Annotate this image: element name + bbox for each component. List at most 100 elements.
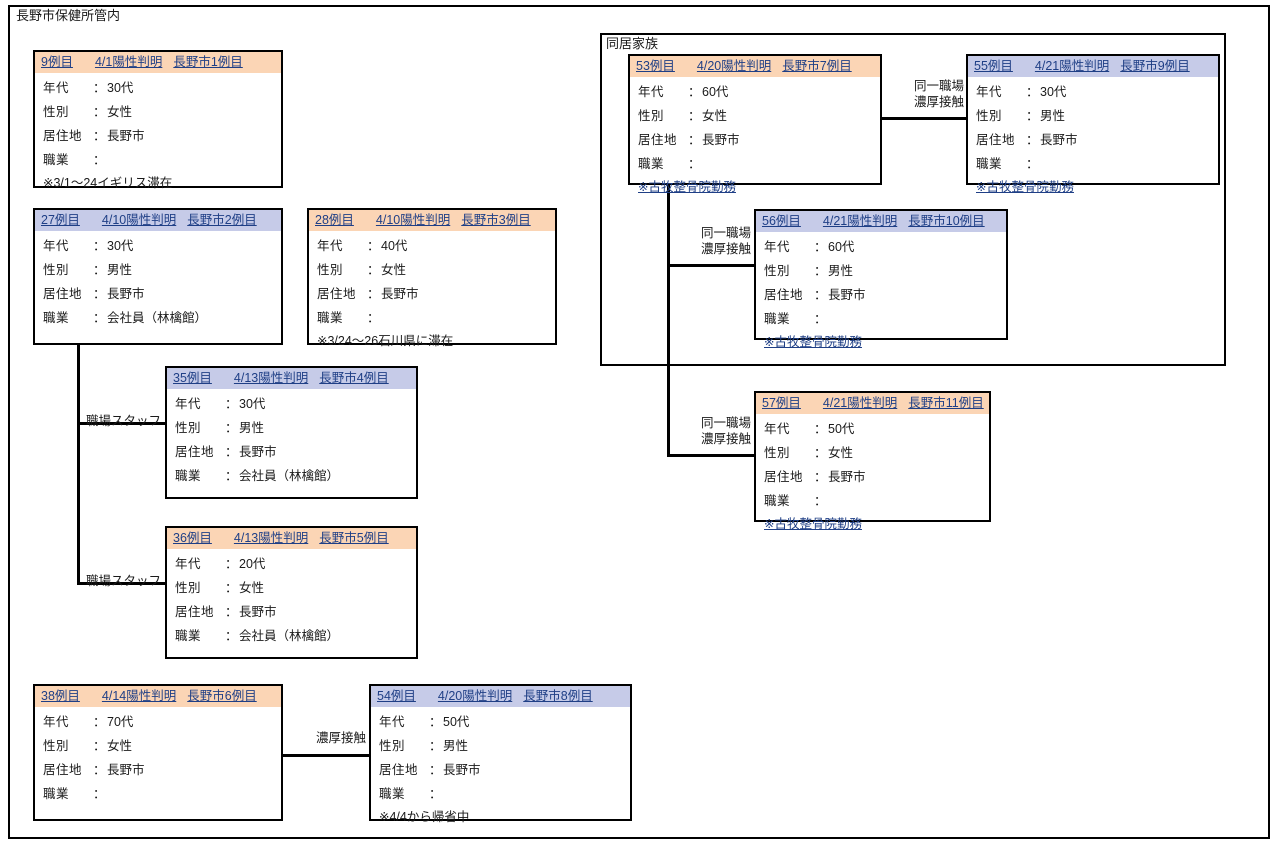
field-label-age: 年代 <box>317 235 367 254</box>
case-card-35[interactable]: 35例目 4/13陽性判明 長野市4例目 年代 ： 30代 性別 ： 男性 居住… <box>165 366 418 499</box>
case-card-55-city: 長野市9例目 <box>1120 56 1189 77</box>
field-colon: ： <box>814 418 828 437</box>
case-card-38-sex-field: 性別 ： 女性 <box>43 735 281 759</box>
field-colon: ： <box>1026 129 1040 148</box>
field-label-occupation: 職業 <box>638 153 688 172</box>
field-label-sex: 性別 <box>638 105 688 124</box>
field-label-residence: 居住地 <box>175 601 225 620</box>
case-card-35-sex-field: 性別 ： 男性 <box>175 417 416 441</box>
case-card-9[interactable]: 9例目 4/1陽性判明 長野市1例目 年代 ： 30代 性別 ： 女性 居住地 … <box>33 50 283 188</box>
case-card-28-sex-field: 性別 ： 女性 <box>317 259 555 283</box>
case-card-53-header: 53例目 4/20陽性判明 長野市7例目 <box>630 56 880 77</box>
field-label-age: 年代 <box>764 418 814 437</box>
field-colon: ： <box>225 625 239 644</box>
case-card-38[interactable]: 38例目 4/14陽性判明 長野市6例目 年代 ： 70代 性別 ： 女性 居住… <box>33 684 283 821</box>
case-card-53-age-field: 年代 ： 60代 <box>638 81 880 105</box>
case-card-27-number: 27例目 <box>41 210 80 231</box>
case-card-57-note[interactable]: ※古牧整骨院勤務 <box>764 514 989 536</box>
case-card-27[interactable]: 27例目 4/10陽性判明 長野市2例目 年代 ： 30代 性別 ： 男性 居住… <box>33 208 283 345</box>
field-colon: ： <box>93 735 107 754</box>
field-colon: ： <box>93 77 107 96</box>
field-colon: ： <box>688 105 702 124</box>
field-label-residence: 居住地 <box>317 283 367 302</box>
case-card-9-residence-field: 居住地 ： 長野市 <box>43 125 281 149</box>
case-card-35-residence-field: 居住地 ： 長野市 <box>175 441 416 465</box>
case-card-57-city: 長野市11例目 <box>908 393 983 414</box>
field-colon: ： <box>93 149 107 168</box>
field-colon: ： <box>814 308 828 327</box>
case-card-38-residence-field: 居住地 ： 長野市 <box>43 759 281 783</box>
case-card-28-note: ※3/24〜26石川県に滞在 <box>317 331 555 353</box>
case-card-35-city: 長野市4例目 <box>319 368 388 389</box>
case-card-36[interactable]: 36例目 4/13陽性判明 長野市5例目 年代 ： 20代 性別 ： 女性 居住… <box>165 526 418 659</box>
field-colon: ： <box>93 101 107 120</box>
connector-label-close-54-line1: 濃厚接触 <box>316 731 366 745</box>
case-card-55-note[interactable]: ※古牧整骨院勤務 <box>976 177 1218 199</box>
field-colon: ： <box>814 490 828 509</box>
field-colon: ： <box>814 284 828 303</box>
case-card-55-sex-value: 男性 <box>1040 105 1218 124</box>
connector-27-trunk <box>77 344 80 585</box>
case-card-53[interactable]: 53例目 4/20陽性判明 長野市7例目 年代 ： 60代 性別 ： 女性 居住… <box>628 54 882 185</box>
field-label-residence: 居住地 <box>175 441 225 460</box>
case-card-56[interactable]: 56例目 4/21陽性判明 長野市10例目 年代 ： 60代 性別 ： 男性 居… <box>754 209 1008 340</box>
case-card-56-sex-field: 性別 ： 男性 <box>764 260 1006 284</box>
case-card-53-city: 長野市7例目 <box>782 56 851 77</box>
case-card-9-sex-value: 女性 <box>107 101 281 120</box>
connector-label-close-54: 濃厚接触 <box>281 730 366 746</box>
case-card-36-city: 長野市5例目 <box>319 528 388 549</box>
case-card-38-number: 38例目 <box>41 686 80 707</box>
case-card-56-occupation-field: 職業 ： <box>764 308 1006 332</box>
case-card-55-body: 年代 ： 30代 性別 ： 男性 居住地 ： 長野市 職業 ： ※古牧整骨院勤務 <box>968 77 1218 199</box>
field-colon: ： <box>688 81 702 100</box>
case-card-56-sex-value: 男性 <box>828 260 1006 279</box>
field-colon: ： <box>367 283 381 302</box>
case-card-57-age-field: 年代 ： 50代 <box>764 418 989 442</box>
field-colon: ： <box>93 711 107 730</box>
case-card-35-age-field: 年代 ： 30代 <box>175 393 416 417</box>
case-card-55-age-field: 年代 ： 30代 <box>976 81 1218 105</box>
field-colon: ： <box>225 553 239 572</box>
field-label-age: 年代 <box>175 553 225 572</box>
case-card-55[interactable]: 55例目 4/21陽性判明 長野市9例目 年代 ： 30代 性別 ： 男性 居住… <box>966 54 1220 185</box>
case-card-28[interactable]: 28例目 4/10陽性判明 長野市3例目 年代 ： 40代 性別 ： 女性 居住… <box>307 208 557 345</box>
case-card-53-note[interactable]: ※古牧整骨院勤務 <box>638 177 880 199</box>
case-card-28-number: 28例目 <box>315 210 354 231</box>
case-card-54-date: 4/20陽性判明 <box>438 686 512 707</box>
case-card-57-header: 57例目 4/21陽性判明 長野市11例目 <box>756 393 989 414</box>
case-card-54-occupation-field: 職業 ： <box>379 783 630 807</box>
connector-label-work-56-line1: 同一職場 <box>701 226 751 240</box>
field-label-residence: 居住地 <box>764 284 814 303</box>
case-card-56-header: 56例目 4/21陽性判明 長野市10例目 <box>756 211 1006 232</box>
case-card-35-header: 35例目 4/13陽性判明 長野市4例目 <box>167 368 416 389</box>
case-card-57-occupation-field: 職業 ： <box>764 490 989 514</box>
case-card-53-age-value: 60代 <box>702 81 880 100</box>
case-card-27-age-field: 年代 ： 30代 <box>43 235 281 259</box>
field-colon: ： <box>814 466 828 485</box>
field-label-occupation: 職業 <box>764 308 814 327</box>
case-card-57[interactable]: 57例目 4/21陽性判明 長野市11例目 年代 ： 50代 性別 ： 女性 居… <box>754 391 991 522</box>
case-card-53-sex-value: 女性 <box>702 105 880 124</box>
field-label-occupation: 職業 <box>379 783 429 802</box>
case-card-56-residence-value: 長野市 <box>828 284 1006 303</box>
case-card-28-date: 4/10陽性判明 <box>376 210 450 231</box>
case-card-35-date: 4/13陽性判明 <box>234 368 308 389</box>
case-card-36-sex-field: 性別 ： 女性 <box>175 577 416 601</box>
case-card-36-occupation-field: 職業 ： 会社員（林檎館） <box>175 625 416 649</box>
case-card-55-residence-field: 居住地 ： 長野市 <box>976 129 1218 153</box>
field-label-age: 年代 <box>638 81 688 100</box>
field-label-occupation: 職業 <box>175 625 225 644</box>
connector-label-staff-36-line1: 職場スタッフ <box>86 574 161 588</box>
connector-38-to-54 <box>281 754 370 757</box>
field-label-sex: 性別 <box>317 259 367 278</box>
case-card-35-note <box>175 489 416 511</box>
field-colon: ： <box>225 577 239 596</box>
case-card-53-residence-field: 居住地 ： 長野市 <box>638 129 880 153</box>
case-card-56-note[interactable]: ※古牧整骨院勤務 <box>764 332 1006 354</box>
case-card-54[interactable]: 54例目 4/20陽性判明 長野市8例目 年代 ： 50代 性別 ： 男性 居住… <box>369 684 632 821</box>
field-label-occupation: 職業 <box>43 783 93 802</box>
case-card-38-city: 長野市6例目 <box>187 686 256 707</box>
case-card-9-age-field: 年代 ： 30代 <box>43 77 281 101</box>
case-card-56-date: 4/21陽性判明 <box>823 211 897 232</box>
case-card-36-age-field: 年代 ： 20代 <box>175 553 416 577</box>
